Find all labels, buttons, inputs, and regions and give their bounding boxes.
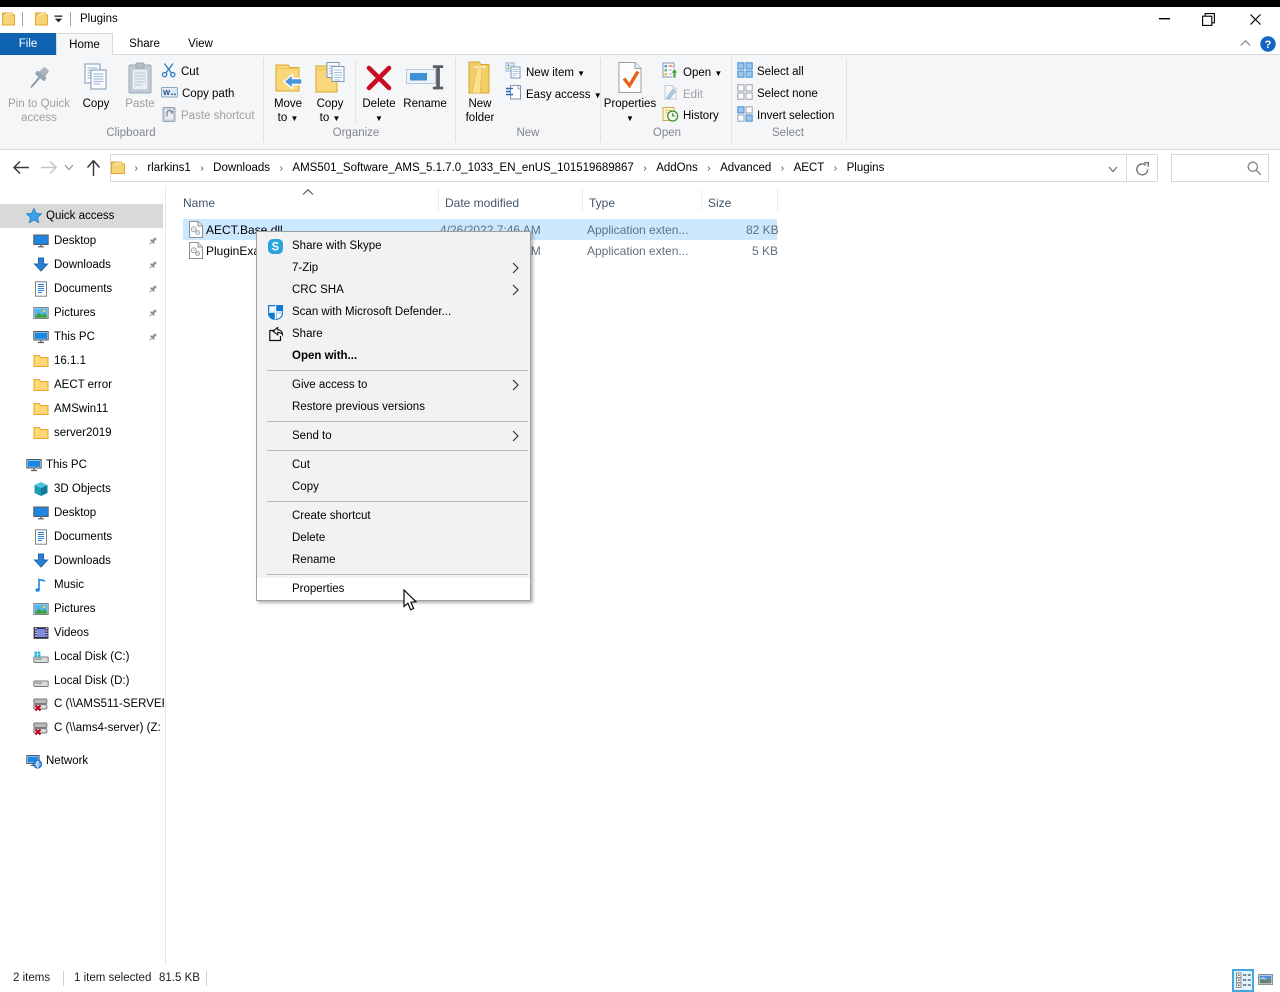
svg-text:W: W [163,88,171,97]
svg-text:?: ? [1265,39,1272,51]
